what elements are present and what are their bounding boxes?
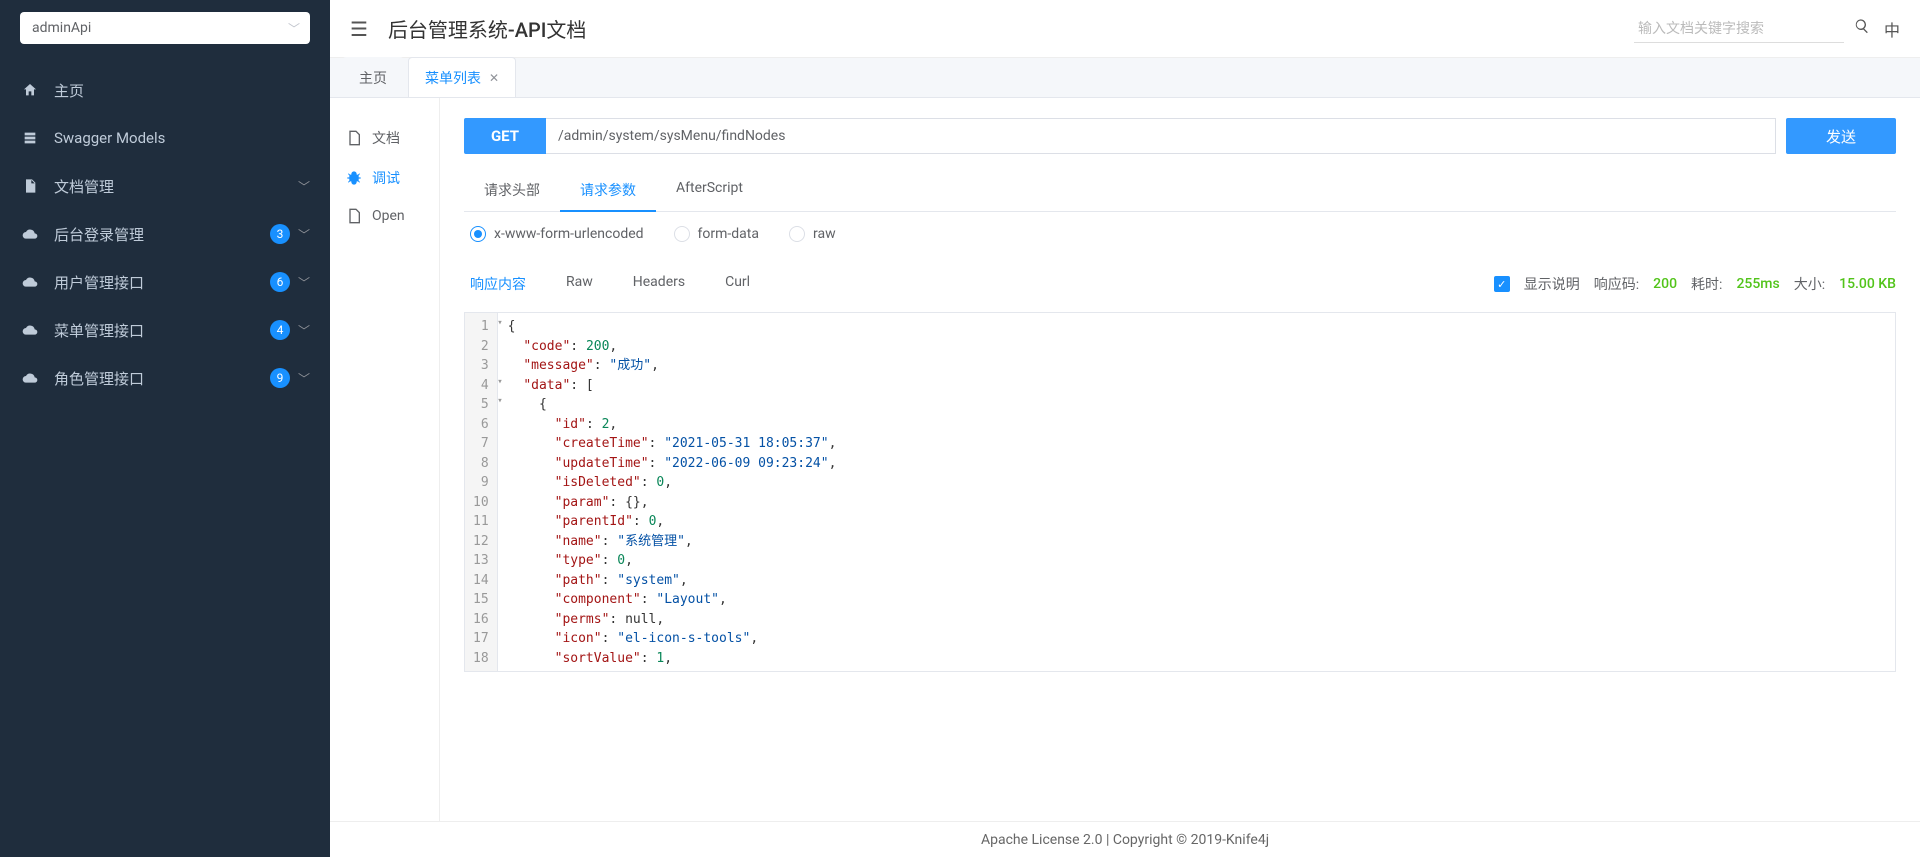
- tab-response-body[interactable]: 响应内容: [470, 266, 526, 302]
- radio-urlencoded[interactable]: x-www-form-urlencoded: [470, 226, 644, 242]
- code-label: 响应码:: [1594, 274, 1639, 294]
- subnav-open[interactable]: Open: [330, 198, 439, 234]
- request-row: GET /admin/system/sysMenu/findNodes 发送: [464, 118, 1896, 154]
- sidebar-item-label: 角色管理接口: [54, 368, 270, 389]
- sidebar-item-role[interactable]: 角色管理接口 9 ﹀: [0, 354, 330, 402]
- sidebar-menu: 主页 Swagger Models 文档管理 ﹀ 后台登录管理 3 ﹀ 用户管理…: [0, 56, 330, 857]
- show-desc-label: 显示说明: [1524, 274, 1580, 294]
- chevron-down-icon: ﹀: [298, 274, 310, 291]
- response-size: 15.00 KB: [1839, 276, 1896, 292]
- cloud-icon: [20, 370, 40, 386]
- tab-menu-list[interactable]: 菜单列表 ✕: [408, 57, 516, 97]
- sidebar-item-label: 菜单管理接口: [54, 320, 270, 341]
- topbar: ☰ 后台管理系统-API文档 中: [330, 0, 1920, 58]
- sidebar-item-home[interactable]: 主页: [0, 66, 330, 114]
- main: ☰ 后台管理系统-API文档 中 主页 菜单列表 ✕ 文档: [330, 0, 1920, 857]
- api-selector[interactable]: adminApi ﹀: [20, 12, 310, 44]
- subnav-debug[interactable]: 调试: [330, 158, 439, 198]
- radio-raw[interactable]: raw: [789, 226, 836, 242]
- request-tabs: 请求头部 请求参数 AfterScript: [464, 170, 1896, 212]
- tab-response-curl[interactable]: Curl: [725, 266, 750, 302]
- tab-label: 菜单列表: [425, 68, 481, 88]
- cloud-icon: [20, 226, 40, 242]
- count-badge: 6: [270, 272, 290, 292]
- file-icon: [346, 208, 364, 224]
- sidebar-item-label: 后台登录管理: [54, 224, 270, 245]
- count-badge: 9: [270, 368, 290, 388]
- sidebar-item-menu[interactable]: 菜单管理接口 4 ﹀: [0, 306, 330, 354]
- elapsed-time: 255ms: [1736, 276, 1779, 292]
- tab-headers[interactable]: 请求头部: [464, 170, 560, 212]
- time-label: 耗时:: [1691, 274, 1722, 294]
- tab-home[interactable]: 主页: [342, 57, 404, 97]
- subnav-label: 文档: [372, 128, 400, 148]
- chevron-down-icon: ﹀: [298, 322, 310, 339]
- sidebar-item-login[interactable]: 后台登录管理 3 ﹀: [0, 210, 330, 258]
- collapse-icon[interactable]: ☰: [350, 17, 368, 41]
- chevron-down-icon: ﹀: [298, 178, 310, 195]
- cloud-icon: [20, 322, 40, 338]
- sidebar-item-label: 文档管理: [54, 176, 298, 197]
- chevron-down-icon: ﹀: [298, 226, 310, 243]
- response-tabs: 响应内容 Raw Headers Curl: [464, 266, 1494, 302]
- code-content: { "code": 200, "message": "成功", "data": …: [498, 313, 1895, 671]
- http-method: GET: [464, 118, 546, 154]
- send-button[interactable]: 发送: [1786, 118, 1896, 154]
- api-selector-value: adminApi: [32, 20, 91, 36]
- checkbox-icon[interactable]: ✓: [1494, 276, 1510, 292]
- subnav-label: 调试: [372, 168, 400, 188]
- radio-icon: [470, 226, 486, 242]
- tab-label: 主页: [359, 68, 387, 88]
- sidebar-item-user[interactable]: 用户管理接口 6 ﹀: [0, 258, 330, 306]
- footer: Apache License 2.0 | Copyright © 2019-Kn…: [330, 821, 1920, 857]
- radio-label: x-www-form-urlencoded: [494, 226, 644, 242]
- radio-label: form-data: [698, 226, 759, 242]
- search-input[interactable]: [1634, 14, 1844, 43]
- tabs-bar: 主页 菜单列表 ✕: [330, 58, 1920, 98]
- radio-formdata[interactable]: form-data: [674, 226, 759, 242]
- bug-icon: [346, 170, 364, 186]
- sidebar-item-label: Swagger Models: [54, 129, 310, 147]
- radio-icon: [674, 226, 690, 242]
- chevron-down-icon: ﹀: [288, 20, 300, 37]
- response-body[interactable]: 1234567891011121314151617181920212223242…: [464, 312, 1896, 672]
- size-label: 大小:: [1794, 274, 1825, 294]
- radio-label: raw: [813, 226, 836, 242]
- doc-icon: [20, 178, 40, 194]
- file-icon: [346, 130, 364, 146]
- subnav-label: Open: [372, 208, 405, 224]
- app-title: 后台管理系统-API文档: [388, 14, 1634, 43]
- url-input[interactable]: /admin/system/sysMenu/findNodes: [546, 118, 1776, 154]
- sidebar-item-docs[interactable]: 文档管理 ﹀: [0, 162, 330, 210]
- models-icon: [20, 130, 40, 146]
- sidebar-item-label: 主页: [54, 80, 310, 101]
- response-header: 响应内容 Raw Headers Curl ✓ 显示说明 响应码: 200 耗时…: [464, 266, 1896, 302]
- tab-response-headers[interactable]: Headers: [633, 266, 685, 302]
- tab-afterscript[interactable]: AfterScript: [656, 170, 763, 212]
- radio-icon: [789, 226, 805, 242]
- line-gutter: 1234567891011121314151617181920212223242…: [465, 313, 498, 671]
- panel: GET /admin/system/sysMenu/findNodes 发送 请…: [440, 98, 1920, 821]
- lang-toggle[interactable]: 中: [1884, 17, 1900, 41]
- tab-response-raw[interactable]: Raw: [566, 266, 593, 302]
- cloud-icon: [20, 274, 40, 290]
- sidebar-item-label: 用户管理接口: [54, 272, 270, 293]
- sidebar-item-models[interactable]: Swagger Models: [0, 114, 330, 162]
- home-icon: [20, 82, 40, 98]
- sub-nav: 文档 调试 Open: [330, 98, 440, 821]
- status-code: 200: [1653, 276, 1677, 292]
- count-badge: 3: [270, 224, 290, 244]
- chevron-down-icon: ﹀: [298, 370, 310, 387]
- search-icon[interactable]: [1854, 18, 1870, 39]
- body-type-radios: x-www-form-urlencoded form-data raw: [464, 226, 1896, 242]
- close-icon[interactable]: ✕: [489, 71, 499, 85]
- subnav-doc[interactable]: 文档: [330, 118, 439, 158]
- tab-params[interactable]: 请求参数: [560, 170, 656, 212]
- content: 文档 调试 Open GET /admin/system/sysMenu/fin…: [330, 98, 1920, 821]
- response-meta: ✓ 显示说明 响应码: 200 耗时: 255ms 大小: 15.00 KB: [1494, 274, 1896, 294]
- count-badge: 4: [270, 320, 290, 340]
- sidebar: adminApi ﹀ 主页 Swagger Models 文档管理 ﹀ 后台登录…: [0, 0, 330, 857]
